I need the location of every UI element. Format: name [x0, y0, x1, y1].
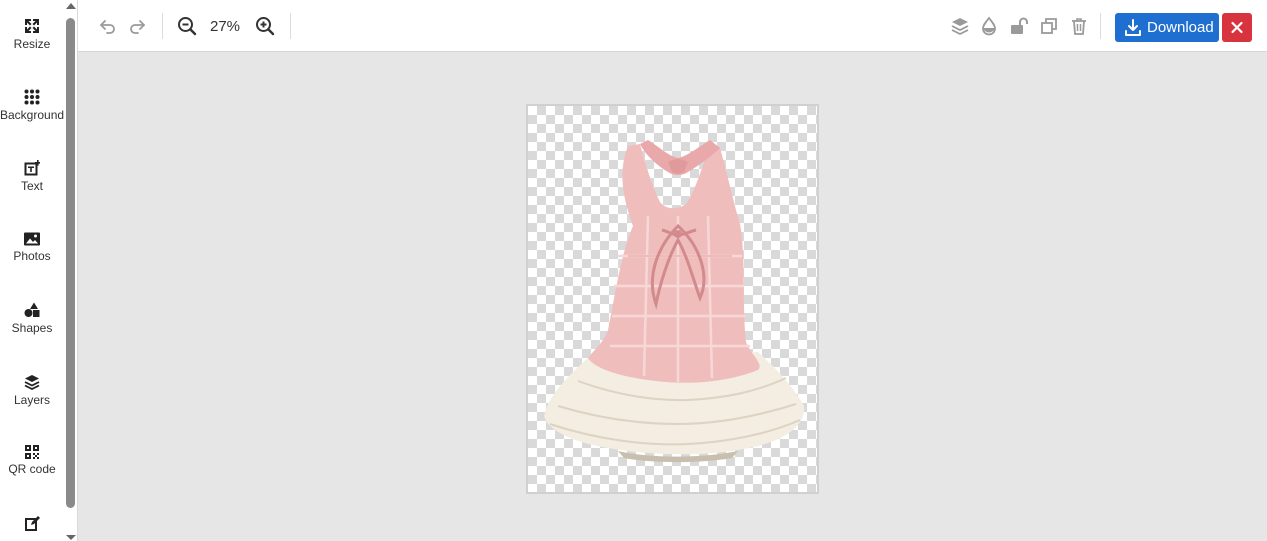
download-button-label: Download: [1147, 19, 1214, 36]
sidebar-item-label: Shapes: [11, 321, 53, 335]
qr-code-icon: [25, 445, 39, 459]
sidebar-item-resize[interactable]: Resize: [0, 18, 64, 51]
unlock-icon[interactable]: [1009, 16, 1029, 36]
scrollbar-thumb[interactable]: [66, 18, 75, 508]
duplicate-icon[interactable]: [1039, 16, 1059, 36]
sidebar-item-text[interactable]: Text: [0, 160, 64, 193]
left-toolbar: Resize Background Text Photos Shapes Lay…: [0, 0, 78, 541]
opacity-drop-icon[interactable]: [979, 16, 999, 36]
toolbar-divider: [162, 13, 163, 39]
dots-grid-icon: [24, 89, 40, 105]
edit-icon: [24, 516, 40, 531]
zoom-out-icon[interactable]: [177, 16, 197, 36]
layers-icon[interactable]: [950, 16, 970, 36]
close-button[interactable]: [1222, 13, 1252, 42]
sidebar-item-qr-code[interactable]: QR code: [0, 445, 64, 476]
sidebar-item-label: Background: [0, 108, 65, 122]
download-icon: [1125, 19, 1141, 36]
toolbar-divider: [1100, 13, 1101, 39]
expand-arrows-icon: [25, 19, 39, 33]
toolbar-divider: [290, 13, 291, 39]
sidebar-item-label: Photos: [13, 249, 51, 263]
sidebar-item-edit[interactable]: [0, 516, 64, 534]
sidebar-item-label: QR code: [8, 462, 56, 476]
dress-image: [544, 140, 805, 463]
download-button[interactable]: Download: [1115, 13, 1219, 42]
sidebar-scrollbar[interactable]: [64, 0, 78, 541]
sidebar-item-layers[interactable]: Layers: [0, 374, 64, 407]
zoom-in-icon[interactable]: [255, 16, 275, 36]
sidebar-item-photos[interactable]: Photos: [0, 232, 64, 263]
zoom-level: 27%: [210, 18, 241, 35]
image-icon: [24, 232, 40, 246]
sidebar-item-shapes[interactable]: Shapes: [0, 302, 64, 335]
text-add-icon: [24, 160, 40, 176]
top-toolbar: 27% Download: [78, 0, 1267, 52]
sidebar-item-label: Text: [20, 179, 43, 193]
canvas-image[interactable]: [526, 104, 819, 494]
sidebar-item-label: Resize: [13, 37, 51, 51]
delete-trash-icon[interactable]: [1069, 16, 1089, 36]
layers-icon: [24, 375, 40, 390]
sidebar-item-label: Layers: [13, 393, 51, 407]
sidebar-item-background[interactable]: Background: [0, 89, 64, 122]
redo-icon[interactable]: [127, 16, 147, 36]
scroll-up-arrow-icon[interactable]: [66, 3, 76, 9]
close-icon: [1231, 21, 1243, 34]
scroll-down-arrow-icon[interactable]: [66, 535, 76, 540]
undo-icon[interactable]: [98, 16, 118, 36]
shapes-icon: [24, 302, 40, 317]
